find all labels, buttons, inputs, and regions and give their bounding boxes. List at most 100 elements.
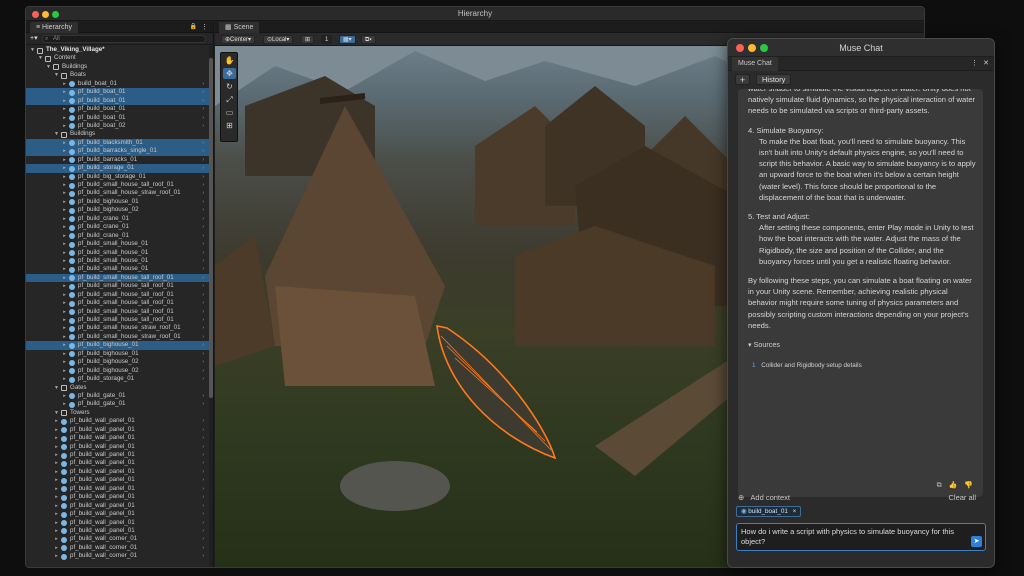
open-prefab-icon[interactable]: › — [202, 257, 204, 265]
close-icon[interactable]: ✕ — [983, 57, 989, 71]
chevron-icon[interactable]: ▸ — [62, 341, 67, 349]
open-prefab-icon[interactable]: › — [202, 375, 204, 383]
history-button[interactable]: History — [756, 74, 792, 85]
chevron-icon[interactable]: ▸ — [62, 375, 67, 383]
chevron-icon[interactable]: ▸ — [54, 552, 59, 560]
copy-icon[interactable]: ⧉ — [937, 482, 942, 489]
chevron-icon[interactable]: ▸ — [62, 122, 67, 130]
tree-row[interactable]: ▸ pf_build_wall_panel_01 › — [26, 417, 210, 425]
source-link[interactable]: 1 Collider and Rigidbody setup details — [748, 360, 976, 371]
chevron-icon[interactable]: ▸ — [54, 468, 59, 476]
open-prefab-icon[interactable]: › — [202, 544, 204, 552]
tree-group-row[interactable]: ▼ The_Viking_Village* — [26, 46, 210, 54]
tree-row[interactable]: ▸ pf_build_small_house_01 › — [26, 240, 210, 248]
chevron-icon[interactable]: ▸ — [54, 451, 59, 459]
tree-row[interactable]: ▸ pf_build_bighouse_01 › — [26, 350, 210, 358]
chevron-icon[interactable]: ▸ — [54, 519, 59, 527]
chevron-icon[interactable]: ▸ — [62, 147, 67, 155]
chevron-icon[interactable]: ▸ — [62, 97, 67, 105]
chevron-icon[interactable]: ▸ — [54, 417, 59, 425]
thumbs-down-icon[interactable]: 👎 — [964, 482, 973, 489]
clear-all-button[interactable]: Clear all — [948, 491, 976, 505]
open-prefab-icon[interactable]: › — [202, 223, 204, 231]
open-prefab-icon[interactable]: › — [202, 189, 204, 197]
open-prefab-icon[interactable]: › — [202, 493, 204, 501]
grid-size-input[interactable]: 1 — [321, 35, 333, 44]
open-prefab-icon[interactable]: › — [202, 215, 204, 223]
chevron-icon[interactable]: ▸ — [62, 291, 67, 299]
tree-row[interactable]: ▸ pf_build_small_house_tall_roof_01 › — [26, 273, 210, 283]
tree-group-row[interactable]: ▼ Buildings — [26, 130, 210, 138]
chevron-icon[interactable]: ▸ — [54, 535, 59, 543]
tree-group-row[interactable]: ▼ Buildings — [26, 63, 210, 71]
maximize-window-icon[interactable] — [52, 11, 59, 18]
tree-row[interactable]: ▸ pf_build_wall_panel_01 › — [26, 426, 210, 434]
chevron-icon[interactable]: ▸ — [62, 249, 67, 257]
add-context-button[interactable]: Add context — [750, 493, 790, 502]
tree-row[interactable]: ▸ pf_build_big_storage_01 › — [26, 173, 210, 181]
open-prefab-icon[interactable]: › — [202, 206, 204, 214]
open-prefab-icon[interactable]: › — [202, 156, 204, 164]
tree-row[interactable]: ▸ pf_build_boat_01 › — [26, 96, 210, 106]
open-prefab-icon[interactable]: › — [202, 502, 204, 510]
close-window-icon[interactable] — [736, 44, 744, 52]
chevron-icon[interactable]: ▼ — [38, 54, 43, 62]
tree-row[interactable]: ▸ pf_build_wall_panel_01 › — [26, 485, 210, 493]
chevron-icon[interactable]: ▸ — [62, 139, 67, 147]
tree-row[interactable]: ▸ pf_build_small_house_01 › — [26, 265, 210, 273]
chevron-icon[interactable]: ▸ — [54, 426, 59, 434]
chevron-icon[interactable]: ▸ — [62, 392, 67, 400]
tab-hierarchy[interactable]: ≡ Hierarchy — [30, 22, 78, 33]
chevron-icon[interactable]: ▸ — [62, 173, 67, 181]
tree-row[interactable]: ▸ pf_build_gate_01 › — [26, 392, 210, 400]
pivot-dropdown[interactable]: ⊕Center▾ — [221, 35, 256, 44]
tree-row[interactable]: ▸ pf_build_wall_panel_01 › — [26, 434, 210, 442]
tree-row[interactable]: ▸ pf_build_wall_corner_01 › — [26, 552, 210, 560]
space-dropdown[interactable]: ⊙Local▾ — [263, 35, 294, 44]
open-prefab-icon[interactable]: › — [202, 426, 204, 434]
tab-scene[interactable]: ▦ Scene — [219, 22, 260, 33]
chevron-icon[interactable]: ▸ — [62, 282, 67, 290]
panel-menu-icon[interactable]: ⋮ — [201, 22, 208, 33]
open-prefab-icon[interactable]: › — [202, 181, 204, 189]
chevron-icon[interactable]: ▼ — [30, 46, 35, 54]
tree-row[interactable]: ▸ pf_build_bighouse_02 › — [26, 358, 210, 366]
chevron-icon[interactable]: ▸ — [62, 299, 67, 307]
open-prefab-icon[interactable]: › — [202, 265, 204, 273]
open-prefab-icon[interactable]: › — [202, 476, 204, 484]
chevron-icon[interactable]: ▸ — [54, 493, 59, 501]
chevron-icon[interactable]: ▸ — [54, 476, 59, 484]
tree-row[interactable]: ▸ pf_build_small_house_01 › — [26, 257, 210, 265]
tree-group-row[interactable]: ▼ Gates — [26, 384, 210, 392]
open-prefab-icon[interactable]: › — [202, 249, 204, 257]
chevron-icon[interactable]: ▸ — [62, 324, 67, 332]
tree-row[interactable]: ▸ pf_build_crane_01 › — [26, 232, 210, 240]
open-prefab-icon[interactable]: › — [202, 198, 204, 206]
tree-row[interactable]: ▸ pf_build_storage_01 › — [26, 164, 210, 173]
open-prefab-icon[interactable]: › — [202, 417, 204, 425]
open-prefab-icon[interactable]: › — [202, 341, 204, 349]
open-prefab-icon[interactable]: › — [202, 350, 204, 358]
tree-row[interactable]: ▸ pf_build_storage_01 › — [26, 375, 210, 383]
tree-row[interactable]: ▸ pf_build_wall_corner_01 › — [26, 535, 210, 543]
tree-row[interactable]: ▸ pf_build_boat_01 › — [26, 88, 210, 97]
chevron-icon[interactable]: ▸ — [62, 189, 67, 197]
chevron-icon[interactable]: ▸ — [54, 443, 59, 451]
grid-visibility-icon[interactable]: ▦▾ — [339, 35, 356, 44]
create-add-icon[interactable]: +▾ — [30, 33, 38, 45]
tree-row[interactable]: ▸ pf_build_blacksmith_01 › — [26, 138, 210, 148]
open-prefab-icon[interactable]: › — [202, 358, 204, 366]
tree-row[interactable]: ▸ pf_build_wall_panel_01 › — [26, 519, 210, 527]
tree-row[interactable]: ▸ pf_build_wall_panel_01 › — [26, 502, 210, 510]
panel-menu-icon[interactable]: ⋮ — [971, 57, 978, 71]
chevron-icon[interactable]: ▸ — [62, 308, 67, 316]
open-prefab-icon[interactable]: › — [202, 173, 204, 181]
tree-row[interactable]: ▸ pf_build_boat_01 › — [26, 105, 210, 113]
open-prefab-icon[interactable]: › — [202, 468, 204, 476]
chevron-icon[interactable]: ▸ — [62, 265, 67, 273]
chevron-icon[interactable]: ▼ — [54, 130, 59, 138]
chevron-icon[interactable]: ▸ — [62, 257, 67, 265]
open-prefab-icon[interactable]: › — [202, 510, 204, 518]
chevron-icon[interactable]: ▸ — [62, 88, 67, 96]
open-prefab-icon[interactable]: › — [202, 519, 204, 527]
